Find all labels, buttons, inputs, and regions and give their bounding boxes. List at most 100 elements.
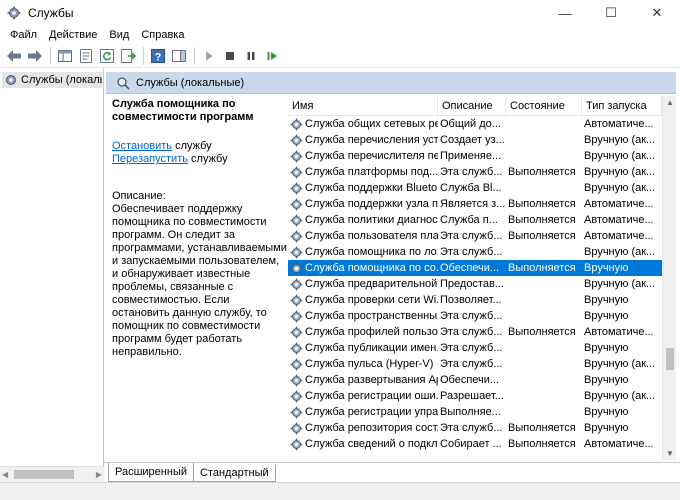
service-name-cell: Служба репозитория сост... xyxy=(288,420,438,436)
service-description: Позволяет... xyxy=(440,294,502,306)
refresh-icon[interactable] xyxy=(97,46,117,66)
stop-icon[interactable] xyxy=(220,46,240,66)
service-rows: Служба общих сетевых ре... Общий до... Авт… xyxy=(288,116,662,452)
console-tree-icon[interactable] xyxy=(55,46,75,66)
table-row[interactable]: Служба предварительной ... Предостав... Вр… xyxy=(288,276,662,292)
service-description: Собирает ... xyxy=(440,438,502,450)
service-startup-type: Автоматиче... xyxy=(584,230,654,242)
table-row[interactable]: Служба развертывания Ap... Обеспечи... Вру… xyxy=(288,372,662,388)
tab-standard[interactable]: Стандартный xyxy=(193,465,276,482)
table-row[interactable]: Служба пользователя пла... Эта служб... Вы… xyxy=(288,228,662,244)
table-row[interactable]: Служба политики диагнос... Служба п... Вып… xyxy=(288,212,662,228)
scroll-right-icon[interactable]: ▶ xyxy=(96,470,102,479)
service-name-cell: Служба пространственны... xyxy=(288,308,438,324)
service-description: Служба п... xyxy=(440,214,498,226)
service-name-cell: Служба помощника по ло... xyxy=(288,244,438,260)
service-startup-type: Автоматиче... xyxy=(584,438,654,450)
table-row[interactable]: Служба репозитория сост... Эта служб... Вы… xyxy=(288,420,662,436)
service-name-cell: Служба развертывания Ap... xyxy=(288,372,438,388)
table-row[interactable]: Служба регистрации упра... Выполняе... Вру… xyxy=(288,404,662,420)
table-row[interactable]: Служба платформы под... Эта служб... Выпол… xyxy=(288,164,662,180)
service-name-cell: Служба помощника по со... xyxy=(288,260,438,276)
service-action-links: Остановить службу Перезапустить службу xyxy=(112,140,288,166)
service-name-cell: Служба регистрации упра... xyxy=(288,404,438,420)
restart-service-suffix: службу xyxy=(187,153,228,165)
service-gear-icon xyxy=(290,422,303,435)
service-description: Служба Bl... xyxy=(440,182,502,194)
menu-view[interactable]: Вид xyxy=(103,29,135,41)
service-startup-type: Вручную (ак... xyxy=(584,358,656,370)
table-row[interactable]: Служба сведений о подкл... Собирает ... Вы… xyxy=(288,436,662,452)
scrollbar-thumb[interactable] xyxy=(666,348,674,370)
service-startup-type: Автоматиче... xyxy=(584,214,654,226)
table-row[interactable]: Служба поддержки узла п... Является з... В… xyxy=(288,196,662,212)
service-name: Служба предварительной ... xyxy=(305,278,438,290)
table-row[interactable]: Служба регистрации оши... Разрешает... Вру… xyxy=(288,388,662,404)
service-gear-icon xyxy=(290,438,303,451)
table-row[interactable]: Служба проверки сети Wi... Позволяет... Вр… xyxy=(288,292,662,308)
service-name: Служба регистрации оши... xyxy=(305,390,438,402)
table-row[interactable]: Служба перечисления уст... Создает уз... В… xyxy=(288,132,662,148)
stop-service-link[interactable]: Остановить xyxy=(112,140,172,152)
tree-horizontal-scrollbar[interactable]: ◀ ▶ xyxy=(0,466,104,482)
table-row[interactable]: Служба пульса (Hyper-V) Эта служб... Вручн… xyxy=(288,356,662,372)
table-row[interactable]: Служба поддержки Blueto... Служба Bl... Вр… xyxy=(288,180,662,196)
column-header-name[interactable]: ^ Имя xyxy=(288,96,438,116)
export-list-icon[interactable] xyxy=(118,46,138,66)
service-gear-icon xyxy=(290,310,303,323)
service-description: Эта служб... xyxy=(440,230,503,242)
column-header-state[interactable]: Состояние xyxy=(506,96,582,116)
scroll-down-icon[interactable]: ▼ xyxy=(666,449,674,458)
tree-item-services-local[interactable]: Службы (локальны xyxy=(2,72,102,88)
service-description: Разрешает... xyxy=(440,390,504,402)
scrollbar-thumb[interactable] xyxy=(14,470,74,479)
service-gear-icon xyxy=(290,150,303,163)
service-startup-type: Вручную xyxy=(584,310,629,322)
menu-file[interactable]: Файл xyxy=(4,29,43,41)
service-gear-icon xyxy=(290,406,303,419)
close-button[interactable]: ✕ xyxy=(634,0,680,26)
table-row[interactable]: Служба перечислителя пе... Применяе... Вру… xyxy=(288,148,662,164)
scroll-left-icon[interactable]: ◀ xyxy=(2,470,8,479)
toolbar-separator xyxy=(194,46,195,65)
table-row[interactable]: Служба пространственны... Эта служб... Вру… xyxy=(288,308,662,324)
service-name: Служба перечисления уст... xyxy=(305,134,438,146)
forward-arrow-icon[interactable] xyxy=(25,46,45,66)
back-arrow-icon[interactable] xyxy=(4,46,24,66)
restart-service-line: Перезапустить службу xyxy=(112,153,288,166)
scroll-up-icon[interactable]: ▲ xyxy=(666,98,674,107)
menu-help[interactable]: Справка xyxy=(135,29,190,41)
play-icon[interactable] xyxy=(199,46,219,66)
maximize-button[interactable]: ☐ xyxy=(588,0,634,26)
menu-action[interactable]: Действие xyxy=(43,29,103,41)
description-label: Описание: xyxy=(112,190,166,202)
properties-icon[interactable] xyxy=(76,46,96,66)
column-header-description[interactable]: Описание xyxy=(438,96,506,116)
table-row[interactable]: Служба публикации имен... Эта служб... Вру… xyxy=(288,340,662,356)
table-row[interactable]: Служба помощника по со... Обеспечи... Выпо… xyxy=(288,260,662,276)
table-row[interactable]: Служба общих сетевых ре... Общий до... Авт… xyxy=(288,116,662,132)
table-row[interactable]: Служба профилей пользо... Эта служб... Вып… xyxy=(288,324,662,340)
service-name-cell: Служба политики диагнос... xyxy=(288,212,438,228)
service-gear-icon xyxy=(290,342,303,355)
column-header-startup[interactable]: Тип запуска xyxy=(582,96,662,116)
service-name-cell: Служба профилей пользо... xyxy=(288,324,438,340)
tab-extended[interactable]: Расширенный xyxy=(108,463,194,482)
service-description-pane: Служба помощника по совместимости програ… xyxy=(112,96,288,456)
restart-service-link[interactable]: Перезапустить xyxy=(112,153,188,165)
list-vertical-scrollbar[interactable]: ▲ ▼ xyxy=(662,96,676,460)
toolbar-separator xyxy=(143,46,144,65)
service-name: Служба профилей пользо... xyxy=(305,326,438,338)
service-state: Выполняется xyxy=(508,198,576,210)
window-title: Службы xyxy=(28,6,74,20)
service-name-cell: Служба сведений о подкл... xyxy=(288,436,438,452)
minimize-button[interactable]: — xyxy=(542,0,588,26)
help-icon[interactable]: ? xyxy=(148,46,168,66)
service-startup-type: Вручную (ак... xyxy=(584,182,656,194)
table-row[interactable]: Служба помощника по ло... Эта служб... Вру… xyxy=(288,244,662,260)
service-startup-type: Автоматиче... xyxy=(584,118,654,130)
restart-icon[interactable] xyxy=(262,46,282,66)
service-gear-icon xyxy=(290,278,303,291)
show-hide-pane-icon[interactable] xyxy=(169,46,189,66)
pause-icon[interactable] xyxy=(241,46,261,66)
